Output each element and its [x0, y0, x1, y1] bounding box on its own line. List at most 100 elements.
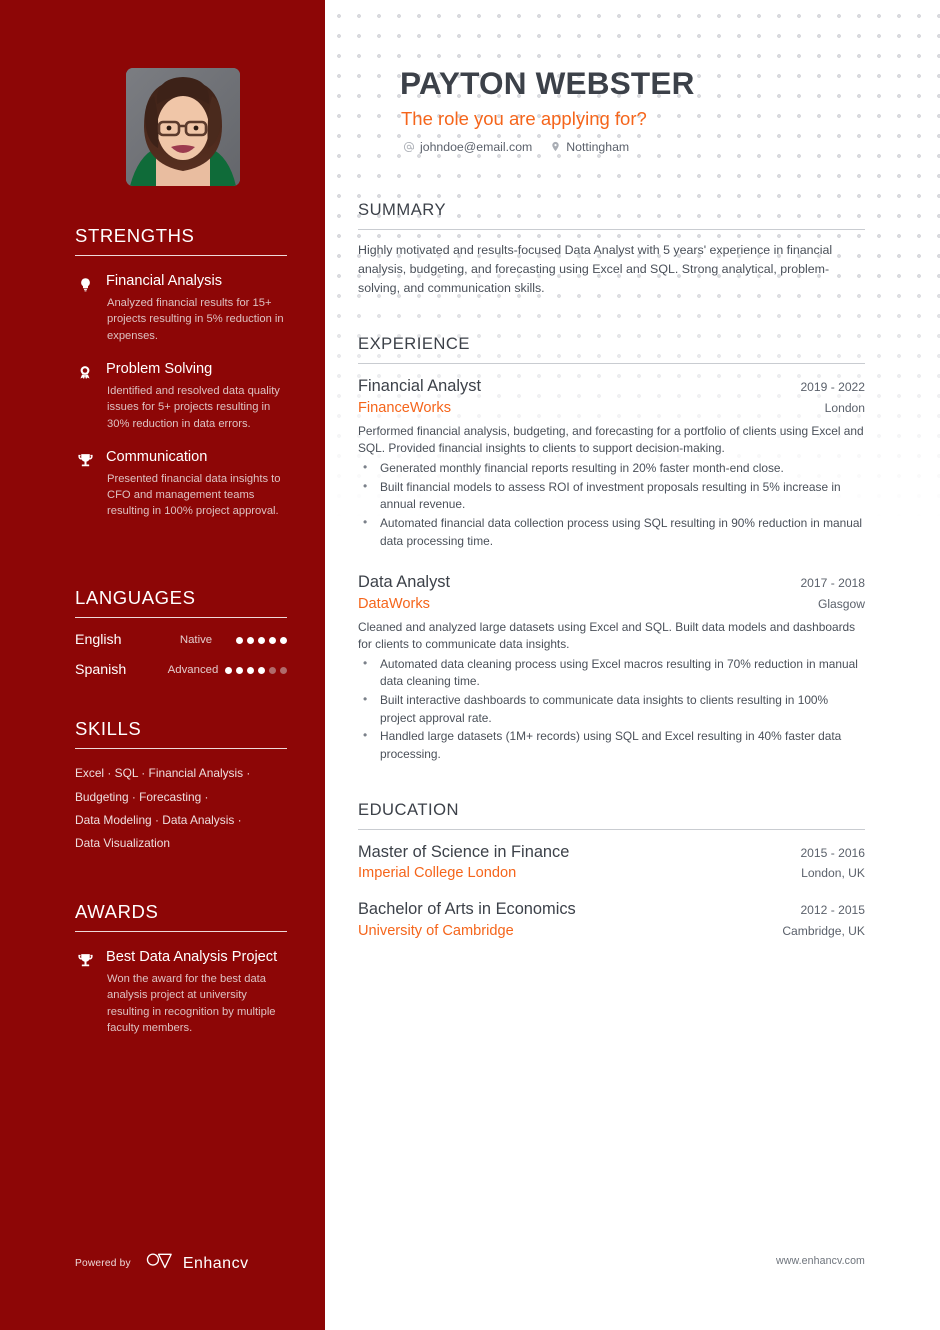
powered-by-label: Powered by — [75, 1258, 131, 1269]
main-column: PAYTON WEBSTER The role you are applying… — [325, 0, 940, 1330]
strength-description: Identified and resolved data quality iss… — [107, 384, 280, 430]
enhancv-brand: Enhancv — [145, 1252, 249, 1275]
strength-description: Presented financial data insights to CFO… — [107, 472, 281, 518]
section-title: EDUCATION — [358, 799, 459, 819]
award-title: Best Data Analysis Project — [106, 949, 278, 966]
institution-name: Imperial College London — [358, 865, 517, 881]
job-description: Cleaned and analyzed large datasets usin… — [358, 619, 856, 652]
company-name: DataWorks — [358, 595, 430, 612]
job-location: London — [824, 400, 865, 415]
strength-description: Analyzed financial results for 15+ proje… — [107, 297, 284, 342]
list-item: Handled large datasets (1M+ records) usi… — [358, 727, 865, 763]
award-description: Won the award for the best data analysis… — [107, 973, 276, 1035]
job-location: Glasgow — [817, 596, 865, 611]
strength-title: Communication — [106, 449, 208, 465]
contact-row: johndoe@email.com Nottingham — [358, 140, 865, 154]
list-item: Generated monthly financial reports resu… — [358, 459, 865, 478]
institution-location: London, UK — [801, 866, 865, 880]
institution-location: Cambridge, UK — [782, 923, 865, 938]
education-entry: Master of Science in Finance 2015 - 2016… — [358, 842, 865, 882]
list-item: Automated data cleaning process using Ex… — [358, 655, 865, 691]
summary-text: Highly motivated and results-focused Dat… — [358, 242, 833, 295]
at-sign-icon — [403, 141, 415, 153]
list-item: Automated financial data collection proc… — [358, 514, 865, 550]
section-title: SKILLS — [75, 718, 142, 739]
section-title: LANGUAGES — [75, 587, 196, 608]
section-title: AWARDS — [75, 901, 159, 922]
language-level: Native — [179, 634, 213, 647]
skills-list: Excel · SQL · Financial Analysis · Budge… — [75, 762, 287, 855]
degree-title: Master of Science in Finance — [358, 842, 570, 861]
language-rating-dots — [231, 636, 287, 644]
company-name: FinanceWorks — [358, 399, 451, 416]
resume-page: STRENGTHS Financial Analysis Analyzed fi… — [0, 0, 940, 1330]
award-ribbon-icon — [75, 362, 95, 382]
enhancv-logo-icon — [145, 1252, 175, 1275]
section-title: SUMMARY — [358, 199, 447, 219]
language-name: Spanish — [75, 662, 127, 679]
sidebar-section-skills: SKILLS Excel · SQL · Financial Analysis … — [75, 718, 287, 855]
skills-line: Data Visualization — [75, 835, 170, 850]
experience-entry: Data Analyst 2017 - 2018 DataWorks Glasg… — [358, 572, 865, 763]
map-pin-icon — [550, 140, 561, 153]
job-bullets: Generated monthly financial reports resu… — [358, 459, 865, 550]
contact-email-text: johndoe@email.com — [420, 139, 533, 154]
job-description: Performed financial analysis, budgeting,… — [358, 423, 864, 456]
avatar — [126, 68, 240, 186]
language-item: English Native — [75, 632, 287, 648]
divider — [358, 228, 865, 230]
degree-date: 2015 - 2016 — [800, 845, 865, 860]
contact-location: Nottingham — [550, 140, 629, 154]
language-level: Advanced — [167, 664, 219, 677]
sidebar: STRENGTHS Financial Analysis Analyzed fi… — [0, 0, 325, 1330]
skills-line: Excel · SQL · Financial Analysis · — [75, 766, 251, 781]
strength-title: Problem Solving — [106, 361, 213, 378]
enhancv-brand-name: Enhancv — [182, 1254, 249, 1272]
page-title: PAYTON WEBSTER — [400, 65, 695, 101]
section-experience: EXPERIENCE Financial Analyst 2019 - 2022… — [358, 334, 865, 763]
skills-line: Budgeting · Forecasting · — [75, 789, 209, 804]
skills-line: Data Modeling · Data Analysis · — [75, 812, 242, 827]
profile-photo-illustration — [126, 68, 240, 186]
strength-item: Communication Presented financial data i… — [75, 449, 287, 520]
award-item: Best Data Analysis Project Won the award… — [75, 949, 287, 1036]
degree-title: Bachelor of Arts in Economics — [358, 900, 576, 918]
sidebar-section-strengths: STRENGTHS Financial Analysis Analyzed fi… — [75, 225, 287, 520]
divider — [358, 363, 865, 365]
section-title: STRENGTHS — [75, 225, 195, 246]
language-rating-dots — [225, 666, 287, 674]
job-title: Data Analyst — [358, 573, 451, 592]
divider — [75, 931, 287, 933]
job-date: 2017 - 2018 — [800, 576, 865, 591]
job-date: 2019 - 2022 — [800, 380, 865, 395]
section-title: EXPERIENCE — [358, 334, 470, 354]
trophy-icon — [75, 950, 95, 970]
job-bullets: Automated data cleaning process using Ex… — [358, 655, 865, 764]
list-item: Built financial models to assess ROI of … — [358, 478, 865, 514]
strength-title: Financial Analysis — [106, 273, 222, 290]
contact-email[interactable]: johndoe@email.com — [403, 140, 532, 154]
divider — [75, 255, 287, 257]
job-title: Financial Analyst — [358, 377, 481, 396]
section-education: EDUCATION Master of Science in Finance 2… — [358, 800, 865, 939]
degree-date: 2012 - 2015 — [800, 903, 865, 917]
website-url[interactable]: www.enhancv.com — [776, 1255, 865, 1267]
language-name: English — [75, 632, 122, 649]
contact-location-text: Nottingham — [566, 139, 630, 154]
section-summary: SUMMARY Highly motivated and results-foc… — [358, 200, 865, 298]
divider — [75, 617, 287, 619]
strength-item: Financial Analysis Analyzed financial re… — [75, 273, 287, 344]
lightbulb-icon — [75, 274, 95, 294]
powered-by-footer: Powered by Enhancv — [75, 1252, 249, 1275]
trophy-icon — [75, 450, 95, 470]
language-item: Spanish Advanced — [75, 662, 287, 678]
list-item: Built interactive dashboards to communic… — [358, 691, 865, 727]
sidebar-section-awards: AWARDS Best Data Analysis Project Won th… — [75, 901, 287, 1037]
sidebar-section-languages: LANGUAGES English Native Spanish Advance… — [75, 587, 287, 678]
divider — [75, 748, 287, 750]
experience-entry: Financial Analyst 2019 - 2022 FinanceWor… — [358, 376, 865, 550]
institution-name: University of Cambridge — [358, 922, 514, 939]
divider — [358, 828, 865, 830]
strength-item: Problem Solving Identified and resolved … — [75, 361, 287, 432]
job-role-headline: The role you are applying for? — [401, 107, 647, 129]
